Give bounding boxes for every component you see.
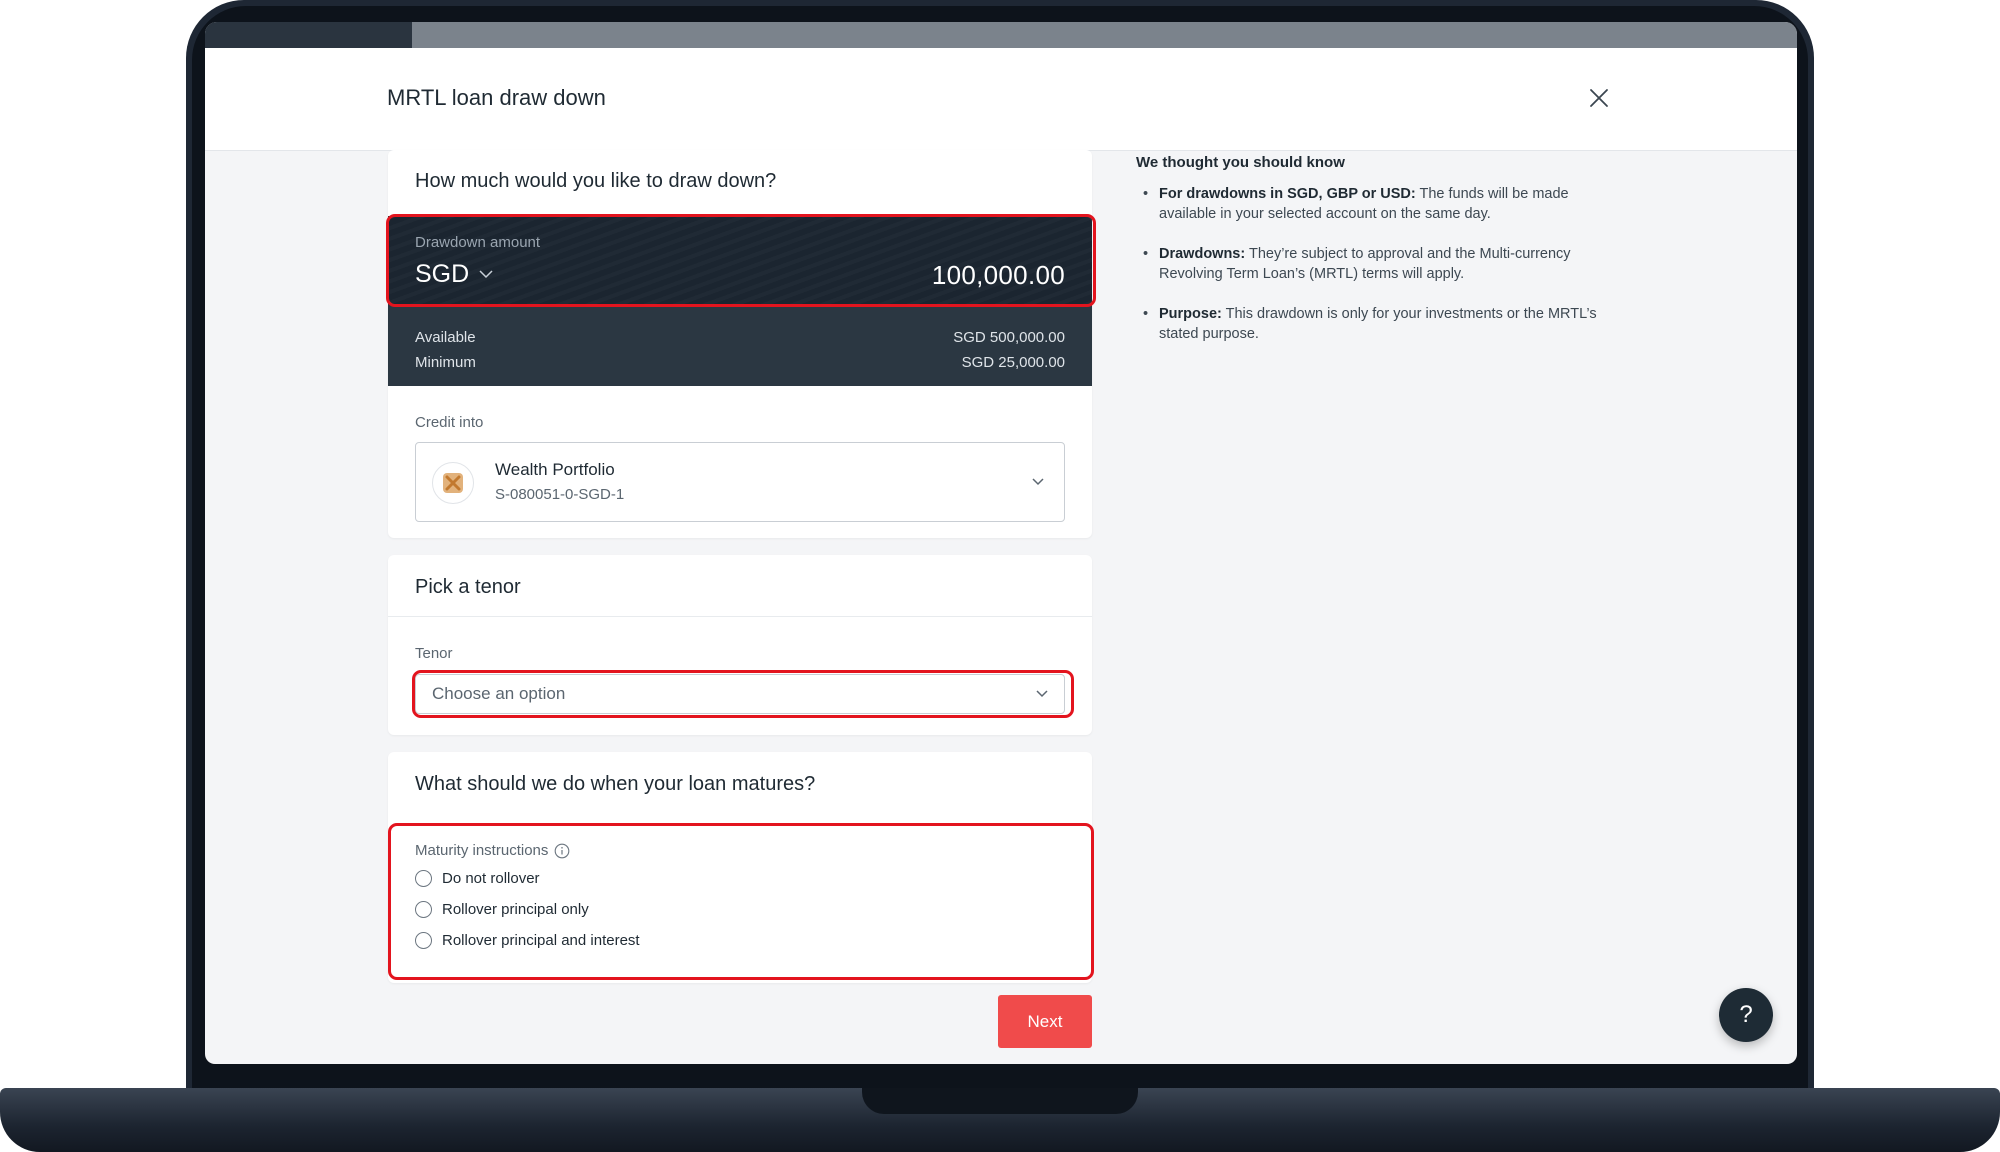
close-button[interactable] [1581, 80, 1617, 116]
currency-select[interactable]: SGD [415, 260, 493, 289]
maturity-instructions-label: Maturity instructions [415, 842, 570, 859]
progress-bar-fill [205, 22, 412, 48]
info-item-heading: Purpose: [1159, 306, 1222, 322]
account-number: S-080051-0-SGD-1 [495, 486, 625, 503]
info-list: For drawdowns in SGD, GBP or USD: The fu… [1136, 184, 1606, 364]
info-item-heading: Drawdowns: [1159, 246, 1246, 262]
tenor-card-title: Pick a tenor [415, 576, 521, 598]
tenor-label: Tenor [415, 645, 453, 662]
screen: MRTL loan draw down How much would you l… [205, 22, 1797, 1064]
credit-account-select[interactable]: Wealth Portfolio S-080051-0-SGD-1 [415, 442, 1065, 522]
minimum-value: SGD 25,000.00 [961, 354, 1065, 371]
tenor-select[interactable]: Choose an option [415, 674, 1065, 714]
available-value: SGD 500,000.00 [953, 329, 1065, 346]
laptop-notch [862, 1088, 1138, 1114]
maturity-card: What should we do when your loan matures… [388, 752, 1092, 983]
radio-button[interactable] [415, 901, 432, 918]
help-button[interactable]: ? [1719, 988, 1773, 1042]
radio-rollover-principal-interest[interactable]: Rollover principal and interest [415, 932, 640, 949]
bank-logo-icon [432, 462, 474, 504]
minimum-row: Minimum SGD 25,000.00 [415, 354, 1065, 371]
tenor-card: Pick a tenor Tenor Choose an option [388, 555, 1092, 735]
currency-value: SGD [415, 260, 470, 288]
info-item-text: This drawdown is only for your investmen… [1159, 306, 1597, 342]
info-item: Purpose: This drawdown is only for your … [1136, 304, 1606, 344]
radio-button[interactable] [415, 932, 432, 949]
amount-panel: Drawdown amount SGD 100,000.00 Available… [388, 216, 1092, 386]
info-item: For drawdowns in SGD, GBP or USD: The fu… [1136, 184, 1606, 224]
minimum-label: Minimum [415, 354, 476, 371]
drawdown-card: How much would you like to draw down? Dr… [388, 150, 1092, 538]
radio-label: Rollover principal and interest [442, 932, 640, 949]
chevron-down-icon [1032, 478, 1044, 486]
amount-input-area[interactable]: Drawdown amount SGD 100,000.00 [388, 216, 1092, 306]
account-name: Wealth Portfolio [495, 460, 615, 479]
modal-header: MRTL loan draw down [205, 48, 1797, 151]
radio-do-not-rollover[interactable]: Do not rollover [415, 870, 540, 887]
tenor-placeholder: Choose an option [432, 684, 566, 703]
info-item-heading: For drawdowns in SGD, GBP or USD: [1159, 186, 1416, 202]
maturity-card-title: What should we do when your loan matures… [415, 773, 816, 795]
chevron-down-icon [479, 270, 493, 279]
credit-into-label: Credit into [415, 414, 484, 431]
radio-label: Rollover principal only [442, 901, 589, 918]
chevron-down-icon [1036, 690, 1048, 698]
drawdown-amount-label: Drawdown amount [415, 234, 541, 251]
available-label: Available [415, 329, 476, 346]
close-icon [1590, 89, 1608, 107]
info-item: Drawdowns: They’re subject to approval a… [1136, 244, 1606, 284]
page-title: MRTL loan draw down [387, 85, 606, 110]
radio-button[interactable] [415, 870, 432, 887]
info-title: We thought you should know [1136, 154, 1345, 171]
progress-bar [205, 22, 1797, 48]
info-icon[interactable] [554, 843, 570, 859]
help-icon: ? [1739, 1001, 1753, 1028]
radio-rollover-principal[interactable]: Rollover principal only [415, 901, 589, 918]
radio-label: Do not rollover [442, 870, 540, 887]
next-button[interactable]: Next [998, 995, 1092, 1048]
drawdown-card-title: How much would you like to draw down? [415, 170, 777, 192]
available-row: Available SGD 500,000.00 [415, 329, 1065, 346]
divider [388, 616, 1092, 617]
maturity-instructions-text: Maturity instructions [415, 842, 549, 859]
drawdown-amount-input[interactable]: 100,000.00 [932, 260, 1065, 291]
